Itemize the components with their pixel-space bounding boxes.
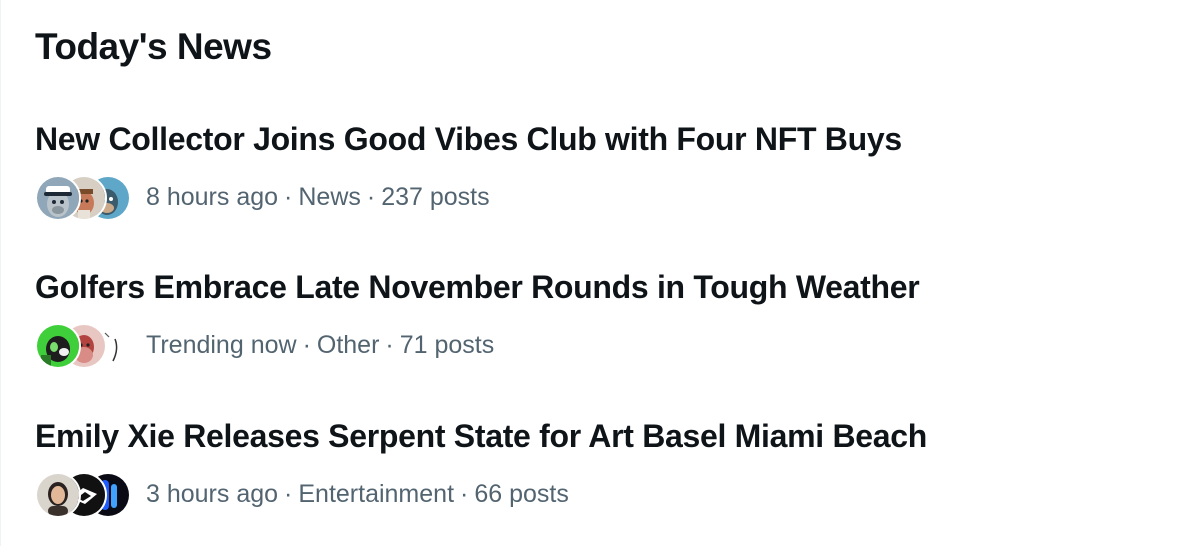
news-post-count: 66 posts: [474, 480, 569, 508]
meta-separator: ·: [284, 480, 293, 508]
avatar-stack: [35, 174, 131, 221]
avatar-stack: [35, 471, 131, 518]
news-meta: 8 hours ago · News · 237 posts: [146, 182, 490, 212]
news-item[interactable]: Emily Xie Releases Serpent State for Art…: [35, 414, 1155, 518]
news-meta: 3 hours ago · Entertainment · 66 posts: [146, 479, 569, 509]
news-post-count: 71 posts: [399, 331, 495, 359]
woman-portrait-avatar: [35, 472, 81, 518]
news-meta: Trending now · Other · 71 posts: [146, 330, 494, 360]
meta-separator: ·: [385, 331, 394, 359]
avatar-stack: [35, 322, 131, 369]
news-category: News: [298, 183, 361, 211]
news-item[interactable]: New Collector Joins Good Vibes Club with…: [35, 117, 1155, 221]
news-meta-row: 8 hours ago · News · 237 posts: [35, 174, 1155, 221]
news-headline: Emily Xie Releases Serpent State for Art…: [35, 418, 928, 454]
news-post-count: 237 posts: [381, 183, 490, 211]
meta-separator: ·: [284, 183, 293, 211]
meta-separator: ·: [302, 331, 311, 359]
news-headline: Golfers Embrace Late November Rounds in …: [35, 269, 920, 305]
news-category: Other: [316, 331, 380, 359]
meta-separator: ·: [460, 480, 469, 508]
captain-ape-avatar: [35, 175, 81, 221]
news-headline: New Collector Joins Good Vibes Club with…: [35, 121, 902, 157]
news-time: Trending now: [146, 331, 297, 359]
news-item[interactable]: Golfers Embrace Late November Rounds in …: [35, 265, 1155, 369]
section-title: Today's News: [35, 26, 272, 67]
meta-separator: ·: [366, 183, 376, 211]
todays-news-panel: Today's News New Collector Joins Good Vi…: [0, 0, 1192, 546]
news-time: 8 hours ago: [146, 183, 279, 211]
news-meta-row: Trending now · Other · 71 posts: [35, 322, 1155, 369]
news-meta-row: 3 hours ago · Entertainment · 66 posts: [35, 471, 1155, 518]
news-time: 3 hours ago: [146, 480, 279, 508]
news-category: Entertainment: [298, 480, 455, 508]
green-character-avatar: [35, 323, 81, 369]
